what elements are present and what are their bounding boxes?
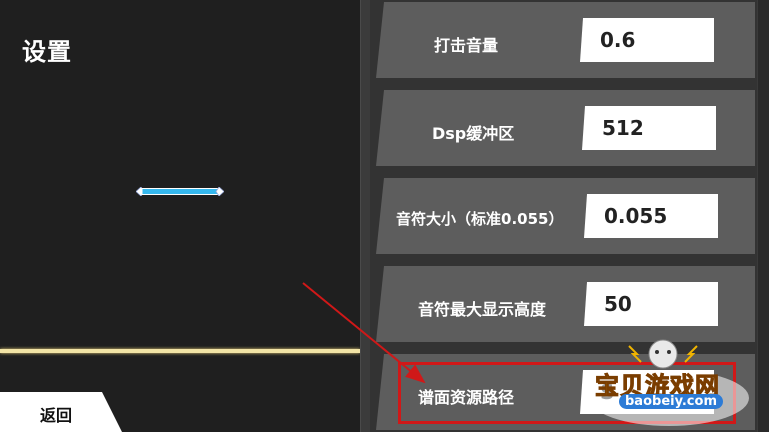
setting-label: 打击音量 xyxy=(434,36,499,55)
dsp-buffer-input[interactable]: 512 xyxy=(582,106,716,150)
setting-label: Dsp缓冲区 xyxy=(432,124,515,143)
note-body xyxy=(141,188,219,195)
note-max-height-input[interactable]: 50 xyxy=(584,282,718,326)
setting-row-dsp-buffer: Dsp缓冲区 512 xyxy=(376,90,755,166)
setting-label: 音符大小（标准0.055） xyxy=(396,210,564,228)
back-button[interactable]: 返回 xyxy=(0,392,122,432)
setting-label: 音符最大显示高度 xyxy=(418,300,547,319)
setting-row-note-size: 音符大小（标准0.055） 0.055 xyxy=(376,178,755,254)
settings-list[interactable]: 打击音量 0.6 Dsp缓冲区 512 音符大小（标准0.055） 0.055 … xyxy=(370,0,757,432)
preview-panel: 设置 返回 xyxy=(0,0,360,432)
note-size-input[interactable]: 0.055 xyxy=(584,194,718,238)
note-preview xyxy=(136,187,224,196)
setting-row-note-max-height: 音符最大显示高度 50 xyxy=(376,266,755,342)
chart-path-input[interactable]: S xyxy=(580,370,714,414)
hit-volume-input[interactable]: 0.6 xyxy=(580,18,714,62)
scrollbar[interactable] xyxy=(757,0,769,432)
judge-line xyxy=(0,349,360,353)
back-button-label: 返回 xyxy=(40,406,73,425)
page-title: 设置 xyxy=(22,38,72,66)
setting-row-hit-volume: 打击音量 0.6 xyxy=(376,2,755,78)
setting-label: 谱面资源路径 xyxy=(418,388,515,407)
setting-row-chart-path: 谱面资源路径 S xyxy=(376,354,755,430)
game-settings-screen: 设置 返回 打击音量 0.6 Dsp缓冲区 512 音符大小（标准0.055） … xyxy=(0,0,769,432)
